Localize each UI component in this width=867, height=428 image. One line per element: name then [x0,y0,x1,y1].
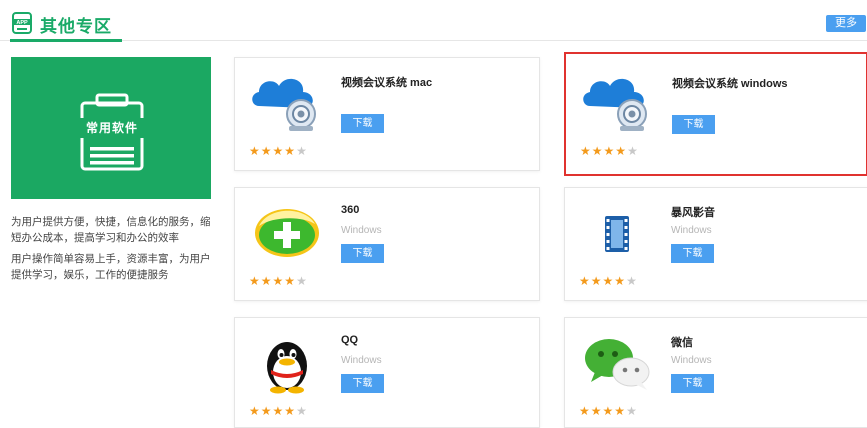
star-empty-icon: ★ [627,144,639,158]
section-header: APP 其他专区 更多 [0,0,867,42]
app-platform: Windows [671,355,712,366]
star-filled-icon: ★ [284,404,297,418]
rating-stars: ★★★★★ [579,274,638,288]
app-name: 暴风影音 [671,207,715,219]
app-card[interactable]: 暴风影音 Windows 下载 ★★★★★ [564,187,867,301]
wechat-icon [585,339,650,390]
star-filled-icon: ★ [579,404,591,418]
star-filled-icon: ★ [284,144,297,158]
star-filled-icon: ★ [260,144,273,158]
star-empty-icon: ★ [296,404,308,418]
app-name: QQ [341,334,359,346]
star-filled-icon: ★ [591,144,604,158]
download-button[interactable]: 下载 [341,114,384,133]
rating-stars: ★★★★★ [249,274,308,288]
star-empty-icon: ★ [626,404,638,418]
app-card[interactable]: QQ Windows 下载 ★★★★★ [234,317,540,428]
star-filled-icon: ★ [272,274,285,288]
star-filled-icon: ★ [272,144,285,158]
promo-description-2: 用户操作简单容易上手，资源丰富，为用户提供学习，娱乐，工作的便捷服务 [11,253,211,281]
app-card[interactable]: 微信 Windows 下载 ★★★★★ [564,317,867,428]
section-title: 其他专区 [40,17,112,36]
rating-stars: ★★★★★ [249,144,308,158]
star-filled-icon: ★ [249,144,261,158]
rating-stars: ★★★★★ [580,144,639,158]
download-button[interactable]: 下载 [672,115,715,134]
star-filled-icon: ★ [590,274,603,288]
promo-banner[interactable]: 常用软件 [11,57,211,199]
cloud-camera-icon [252,78,316,131]
app-platform: Windows [671,225,712,236]
star-filled-icon: ★ [614,404,627,418]
star-filled-icon: ★ [602,404,615,418]
promo-label: 常用软件 [73,118,151,138]
app-name: 微信 [671,337,693,349]
app-platform: Windows [341,225,382,236]
download-button[interactable]: 下载 [671,244,714,263]
app-card[interactable]: 360 Windows 下载 ★★★★★ [234,187,540,301]
promo-description-1: 为用户提供方便，快捷，信息化的服务，缩短办公成本，提高学习和办公的效率 [11,216,211,244]
rating-stars: ★★★★★ [579,404,638,418]
star-empty-icon: ★ [296,274,308,288]
app-card-selected[interactable]: 视频会议系统 windows 下载 ★★★★★ [564,52,867,176]
app-name: 360 [341,204,360,216]
star-filled-icon: ★ [602,274,615,288]
star-filled-icon: ★ [590,404,603,418]
360-safe-icon [255,209,319,257]
star-filled-icon: ★ [615,144,628,158]
star-filled-icon: ★ [580,144,592,158]
app-card[interactable]: 视频会议系统 mac 下载 ★★★★★ [234,57,540,171]
star-filled-icon: ★ [284,274,297,288]
star-filled-icon: ★ [272,404,285,418]
app-name: 视频会议系统 mac [341,77,433,89]
star-filled-icon: ★ [603,144,616,158]
star-empty-icon: ★ [626,274,638,288]
cloud-camera-icon [583,78,647,131]
film-strip-icon [605,216,629,252]
download-button[interactable]: 下载 [341,244,384,263]
app-platform: Windows [341,355,382,366]
star-filled-icon: ★ [260,274,273,288]
download-button[interactable]: 下载 [671,374,714,393]
header-divider [0,40,867,41]
rating-stars: ★★★★★ [249,404,308,418]
star-filled-icon: ★ [249,404,261,418]
app-store-icon: APP [12,12,32,34]
penguin-icon [267,342,307,394]
app-icon-text: APP [16,20,28,26]
download-button[interactable]: 下载 [341,374,384,393]
star-filled-icon: ★ [614,274,627,288]
app-name: 视频会议系统 windows [672,78,788,90]
star-filled-icon: ★ [579,274,591,288]
star-empty-icon: ★ [296,144,308,158]
star-filled-icon: ★ [249,274,261,288]
more-button[interactable]: 更多 [826,15,866,32]
header-accent-bar [10,39,122,42]
star-filled-icon: ★ [260,404,273,418]
